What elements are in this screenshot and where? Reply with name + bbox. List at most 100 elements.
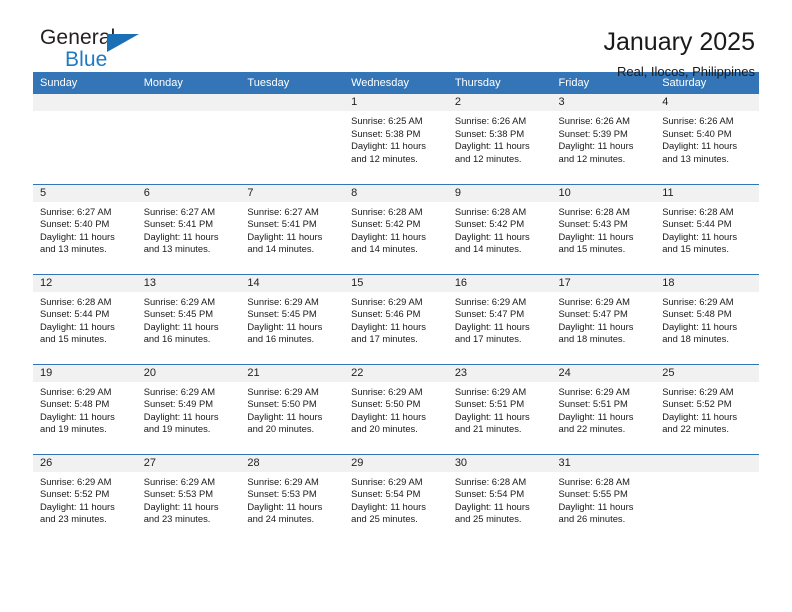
day-details: Sunrise: 6:28 AM Sunset: 5:42 PM Daylight:…	[344, 202, 448, 256]
sunrise-text: Sunrise: 6:28 AM	[351, 205, 423, 217]
day-details: Sunrise: 6:29 AM Sunset: 5:49 PM Daylight:…	[137, 382, 241, 436]
sunset-text: Sunset: 5:40 PM	[40, 218, 110, 230]
calendar-day-cell[interactable]: 6 Sunrise: 6:27 AM Sunset: 5:41 PM Daylight…	[136, 183, 241, 274]
sunset-text: Sunset: 5:45 PM	[247, 308, 317, 320]
day-number: 28	[240, 454, 345, 472]
calendar-day-cell[interactable]: 5 Sunrise: 6:27 AM Sunset: 5:40 PM Daylight…	[33, 183, 137, 274]
sunrise-text: Sunrise: 6:29 AM	[351, 475, 423, 487]
day-number: 21	[240, 364, 345, 382]
calendar-day-cell[interactable]: 23 Sunrise: 6:29 AM Sunset: 5:51 PM Dayligh…	[447, 363, 552, 454]
day-number: 4	[655, 94, 759, 111]
day-details: Sunrise: 6:28 AM Sunset: 5:42 PM Daylight:…	[448, 202, 552, 256]
day-number: 6	[136, 184, 241, 202]
daylight-text: Daylight: 11 hours and 19 minutes.	[40, 410, 115, 435]
calendar-day-cell[interactable]: 15 Sunrise: 6:29 AM Sunset: 5:46 PM Dayligh…	[344, 273, 448, 364]
sunrise-text: Sunrise: 6:28 AM	[558, 205, 630, 217]
sunset-text: Sunset: 5:41 PM	[247, 218, 317, 230]
day-details: Sunrise: 6:27 AM Sunset: 5:40 PM Daylight:…	[33, 202, 137, 256]
day-details: Sunrise: 6:29 AM Sunset: 5:52 PM Daylight:…	[655, 382, 759, 436]
daylight-text: Daylight: 11 hours and 22 minutes.	[662, 410, 738, 435]
sunrise-text: Sunrise: 6:29 AM	[40, 475, 112, 487]
calendar-day-cell[interactable]: 2 Sunrise: 6:26 AM Sunset: 5:38 PM Daylight…	[447, 94, 552, 184]
calendar-day-cell[interactable]: 27 Sunrise: 6:29 AM Sunset: 5:53 PM Dayligh…	[136, 453, 241, 544]
daylight-text: Daylight: 11 hours and 22 minutes.	[558, 410, 634, 435]
calendar-day-cell[interactable]: 9 Sunrise: 6:28 AM Sunset: 5:42 PM Daylight…	[447, 183, 552, 274]
sunrise-text: Sunrise: 6:29 AM	[558, 295, 630, 307]
sunrise-text: Sunrise: 6:27 AM	[40, 205, 112, 217]
day-details: Sunrise: 6:29 AM Sunset: 5:45 PM Daylight:…	[240, 292, 344, 346]
day-number: 14	[240, 274, 345, 292]
general-blue-logo[interactable]: General Blue	[33, 27, 193, 73]
day-details: Sunrise: 6:28 AM Sunset: 5:43 PM Daylight:…	[552, 202, 656, 256]
logo-text-blue: Blue	[65, 48, 108, 71]
calendar-day-cell[interactable]: 19 Sunrise: 6:29 AM Sunset: 5:48 PM Dayligh…	[33, 363, 137, 454]
sunset-text: Sunset: 5:44 PM	[40, 308, 110, 320]
day-details: Sunrise: 6:29 AM Sunset: 5:47 PM Daylight:…	[552, 292, 656, 346]
daylight-text: Daylight: 11 hours and 25 minutes.	[454, 500, 530, 525]
calendar-day-cell[interactable]: 31 Sunrise: 6:28 AM Sunset: 5:55 PM Dayligh…	[551, 453, 656, 544]
day-number: 10	[551, 184, 656, 202]
calendar-week-row: 12 Sunrise: 6:28 AM Sunset: 5:44 PM Dayligh…	[33, 273, 759, 364]
calendar-day-cell[interactable]: 8 Sunrise: 6:28 AM Sunset: 5:42 PM Daylight…	[344, 183, 448, 274]
sunset-text: Sunset: 5:49 PM	[143, 398, 214, 410]
calendar-day-cell[interactable]: 28 Sunrise: 6:29 AM Sunset: 5:53 PM Dayligh…	[240, 453, 345, 544]
calendar-day-cell[interactable]: 14 Sunrise: 6:29 AM Sunset: 5:45 PM Dayligh…	[240, 273, 345, 364]
day-details: Sunrise: 6:29 AM Sunset: 5:52 PM Daylight:…	[33, 472, 137, 526]
sunrise-text: Sunrise: 6:29 AM	[247, 295, 319, 307]
sunrise-text: Sunrise: 6:29 AM	[558, 385, 630, 397]
calendar-day-cell[interactable]: 24 Sunrise: 6:29 AM Sunset: 5:51 PM Dayligh…	[551, 363, 656, 454]
calendar-day-cell[interactable]: 29 Sunrise: 6:29 AM Sunset: 5:54 PM Dayligh…	[344, 453, 448, 544]
calendar-day-cell[interactable]: 20 Sunrise: 6:29 AM Sunset: 5:49 PM Dayligh…	[136, 363, 241, 454]
weekday-header-wednesday: Wednesday	[344, 72, 448, 94]
calendar-day-cell[interactable]: 7 Sunrise: 6:27 AM Sunset: 5:41 PM Daylight…	[240, 183, 345, 274]
sunrise-text: Sunrise: 6:28 AM	[454, 205, 527, 217]
calendar-day-cell[interactable]: 22 Sunrise: 6:29 AM Sunset: 5:50 PM Dayligh…	[344, 363, 448, 454]
sunrise-text: Sunrise: 6:29 AM	[143, 385, 216, 397]
day-number: 24	[551, 364, 656, 382]
calendar-day-cell[interactable]: 11 Sunrise: 6:28 AM Sunset: 5:44 PM Dayligh…	[655, 183, 759, 274]
day-details: Sunrise: 6:27 AM Sunset: 5:41 PM Daylight:…	[137, 202, 241, 256]
calendar-day-cell[interactable]: 3 Sunrise: 6:26 AM Sunset: 5:39 PM Daylight…	[551, 94, 656, 184]
daylight-text: Daylight: 11 hours and 25 minutes.	[351, 500, 426, 525]
calendar-day-cell[interactable]: 21 Sunrise: 6:29 AM Sunset: 5:50 PM Dayligh…	[240, 363, 345, 454]
page-header: General Blue January 2025 Real, Ilocos, …	[33, 0, 759, 80]
daylight-text: Daylight: 11 hours and 26 minutes.	[558, 500, 634, 525]
daylight-text: Daylight: 11 hours and 18 minutes.	[662, 320, 738, 345]
sunset-text: Sunset: 5:38 PM	[454, 127, 525, 139]
calendar-day-cell[interactable]: 10 Sunrise: 6:28 AM Sunset: 5:43 PM Dayligh…	[551, 183, 656, 274]
calendar-day-cell[interactable]: 18 Sunrise: 6:29 AM Sunset: 5:48 PM Dayligh…	[655, 273, 759, 364]
sunset-text: Sunset: 5:46 PM	[351, 308, 421, 320]
daylight-text: Daylight: 11 hours and 15 minutes.	[662, 230, 738, 255]
calendar-day-cell[interactable]: 12 Sunrise: 6:28 AM Sunset: 5:44 PM Dayligh…	[33, 273, 137, 364]
day-details: Sunrise: 6:26 AM Sunset: 5:39 PM Daylight:…	[552, 111, 656, 165]
day-number: 20	[136, 364, 241, 382]
daylight-text: Daylight: 11 hours and 13 minutes.	[40, 230, 115, 255]
calendar-day-cell[interactable]: 17 Sunrise: 6:29 AM Sunset: 5:47 PM Dayligh…	[551, 273, 656, 364]
daylight-text: Daylight: 11 hours and 15 minutes.	[40, 320, 115, 345]
day-number: 31	[551, 454, 656, 472]
weekday-header-thursday: Thursday	[447, 72, 552, 94]
day-number: 26	[33, 454, 137, 472]
calendar-day-cell[interactable]: 4 Sunrise: 6:26 AM Sunset: 5:40 PM Daylight…	[655, 94, 759, 184]
day-number: 17	[551, 274, 656, 292]
daylight-text: Daylight: 11 hours and 23 minutes.	[40, 500, 115, 525]
title-block: January 2025 Real, Ilocos, Philippines	[603, 27, 759, 81]
day-details: Sunrise: 6:26 AM Sunset: 5:40 PM Daylight:…	[655, 111, 759, 165]
daylight-text: Daylight: 11 hours and 19 minutes.	[143, 410, 219, 435]
daylight-text: Daylight: 11 hours and 24 minutes.	[247, 500, 323, 525]
calendar-day-cell[interactable]: 13 Sunrise: 6:29 AM Sunset: 5:45 PM Dayligh…	[136, 273, 241, 364]
day-number: 1	[344, 94, 448, 111]
day-number: 11	[655, 184, 759, 202]
sunset-text: Sunset: 5:47 PM	[558, 308, 628, 320]
daylight-text: Daylight: 11 hours and 13 minutes.	[143, 230, 219, 255]
day-number	[33, 94, 137, 111]
calendar-day-cell[interactable]: 16 Sunrise: 6:29 AM Sunset: 5:47 PM Dayligh…	[447, 273, 552, 364]
daylight-text: Daylight: 11 hours and 17 minutes.	[454, 320, 530, 345]
calendar-day-cell[interactable]: 25 Sunrise: 6:29 AM Sunset: 5:52 PM Dayligh…	[655, 363, 759, 454]
daylight-text: Daylight: 11 hours and 23 minutes.	[143, 500, 219, 525]
calendar-day-cell[interactable]: 30 Sunrise: 6:28 AM Sunset: 5:54 PM Dayligh…	[447, 453, 552, 544]
page-title: January 2025	[603, 28, 755, 56]
calendar-day-cell[interactable]: 26 Sunrise: 6:29 AM Sunset: 5:52 PM Dayligh…	[33, 453, 137, 544]
sunset-text: Sunset: 5:53 PM	[247, 488, 317, 500]
calendar-day-cell[interactable]: 1 Sunrise: 6:25 AM Sunset: 5:38 PM Daylight…	[344, 94, 448, 184]
